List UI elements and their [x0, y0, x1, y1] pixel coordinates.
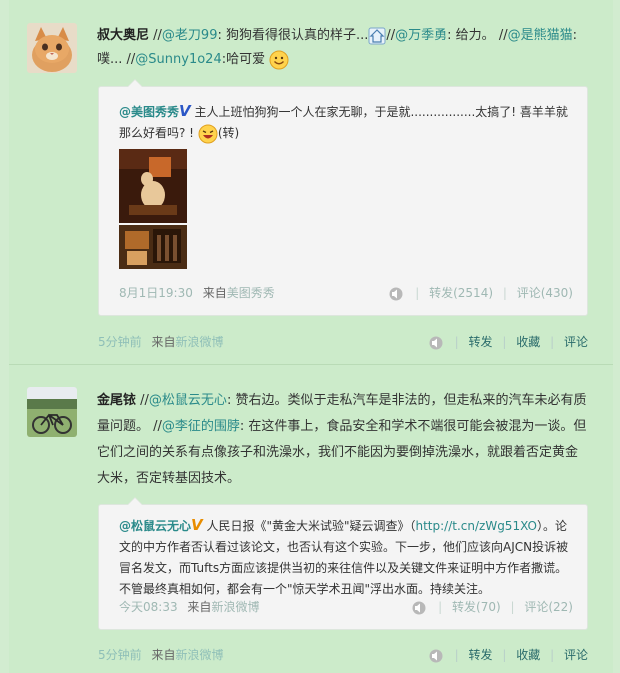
divider: | [438, 600, 443, 614]
repost1-comment-link[interactable]: 评论(430) [517, 286, 573, 300]
post1-time[interactable]: 5分钟前 [98, 335, 142, 349]
repost2-body-a: 人民日报《"黄金大米试验"疑云调查》（ [206, 519, 416, 533]
repost1-meta: 8月1日19:30 来自美图秀秀 [119, 284, 275, 301]
sound-icon[interactable] [387, 287, 405, 301]
smile-emoji-icon [269, 50, 289, 69]
post2-footer: 5分钟前 来自新浪微博 | 转发 | 收藏 | 评论 [98, 646, 588, 662]
repost1-forward-link[interactable]: 转发(2514) [429, 286, 493, 300]
post2-text: 金尾铱 //@松鼠云无心: 赞右边。类似于走私汽车是非法的，但走私来的汽车未必有… [97, 388, 589, 492]
divider: | [454, 335, 459, 349]
post1-source-link[interactable]: 新浪微博 [175, 335, 223, 349]
repost1-author[interactable]: @美图秀秀 [119, 105, 179, 119]
repost2-text: @松鼠云无心V 人民日报《"黄金大米试验"疑云调查》（http://t.cn/z… [119, 515, 577, 600]
repost-box-2: @松鼠云无心V 人民日报《"黄金大米试验"疑云调查》（http://t.cn/z… [98, 497, 588, 630]
post2-time[interactable]: 5分钟前 [98, 648, 142, 662]
repost2-author[interactable]: @松鼠云无心 [119, 519, 191, 533]
sound-icon[interactable] [427, 336, 445, 350]
mention-shixiongmaomao[interactable]: @是熊猫猫 [508, 28, 573, 43]
post2-source-link[interactable]: 新浪微博 [175, 648, 223, 662]
sound-icon[interactable] [410, 601, 428, 615]
post1-text: 叔大奥尼 //@老刀99: 狗狗看得很认真的样子...//@万季勇: 给力。 /… [97, 24, 597, 72]
post1-from-label: 来自 [151, 335, 176, 349]
text-fragment: :哈可爱 [221, 52, 266, 67]
divider: | [550, 335, 555, 349]
verified-badge-icon: V [191, 516, 203, 534]
repost2-time[interactable]: 今天08:33 [119, 600, 178, 614]
post1-actions: | 转发 | 收藏 | 评论 [427, 333, 588, 350]
post2-favorite-button[interactable]: 收藏 [516, 648, 540, 662]
divider: | [415, 286, 420, 300]
repost-arrow [127, 79, 143, 87]
repost1-text: @美图秀秀V 主人上班怕狗狗一个人在家无聊，于是就...............… [119, 101, 574, 144]
text-fragment: // [153, 28, 162, 43]
text-fragment: : 给力。 // [447, 28, 508, 43]
post1-author[interactable]: 叔大奥尼 [97, 28, 149, 43]
repost1-image-thumbnail[interactable] [119, 149, 187, 269]
sound-icon[interactable] [427, 649, 445, 663]
repost2-forward-link[interactable]: 转发(70) [452, 600, 501, 614]
house-icon [368, 27, 386, 44]
repost-box-1: @美图秀秀V 主人上班怕狗狗一个人在家无聊，于是就...............… [98, 79, 588, 316]
divider: | [502, 335, 507, 349]
repost2-url-link[interactable]: http://t.cn/zWg51XO [416, 519, 537, 533]
post1-forward-button[interactable]: 转发 [469, 335, 493, 349]
text-fragment: // [386, 28, 396, 43]
mention-wanjiyong[interactable]: @万季勇 [395, 28, 447, 43]
post-separator [9, 364, 613, 365]
repost2-actions: | 转发(70) | 评论(22) [410, 598, 573, 615]
avatar-bicycle[interactable] [27, 387, 77, 437]
repost2-from-label: 来自 [187, 600, 212, 614]
repost1-actions: | 转发(2514) | 评论(430) [387, 284, 573, 301]
divider: | [502, 648, 507, 662]
post2-from-label: 来自 [151, 648, 176, 662]
post2-author[interactable]: 金尾铱 [97, 393, 136, 408]
repost1-time[interactable]: 8月1日19:30 [119, 286, 193, 300]
text-fragment: : 狗狗看得很认真的样子... [217, 28, 369, 43]
repost2-meta: 今天08:33 来自新浪微博 [119, 598, 259, 615]
repost-arrow [127, 497, 143, 505]
repost1-suffix: (转) [217, 126, 240, 140]
post1-comment-button[interactable]: 评论 [564, 335, 588, 349]
mention-sunny1o24[interactable]: @Sunny1o24 [135, 52, 221, 67]
mention-laodao99[interactable]: @老刀99 [162, 28, 218, 43]
divider: | [550, 648, 555, 662]
repost1-from-label: 来自 [202, 286, 227, 300]
divider: | [502, 286, 507, 300]
post2-comment-button[interactable]: 评论 [564, 648, 588, 662]
laughing-emoji-icon [198, 124, 218, 143]
post2-actions: | 转发 | 收藏 | 评论 [427, 646, 588, 663]
avatar-cat[interactable] [27, 23, 77, 73]
post1-footer: 5分钟前 来自新浪微博 | 转发 | 收藏 | 评论 [98, 333, 588, 349]
mention-lizheng[interactable]: @李征的围脖 [162, 419, 240, 434]
repost2-comment-link[interactable]: 评论(22) [524, 600, 573, 614]
divider: | [454, 648, 459, 662]
text-fragment: // [140, 393, 149, 408]
repost1-source-link[interactable]: 美图秀秀 [227, 286, 275, 300]
post1-favorite-button[interactable]: 收藏 [516, 335, 540, 349]
mention-songshuyunwuxin[interactable]: @松鼠云无心 [149, 393, 227, 408]
divider: | [510, 600, 515, 614]
verified-badge-icon: V [179, 102, 191, 120]
post2-forward-button[interactable]: 转发 [469, 648, 493, 662]
repost2-source-link[interactable]: 新浪微博 [211, 600, 259, 614]
